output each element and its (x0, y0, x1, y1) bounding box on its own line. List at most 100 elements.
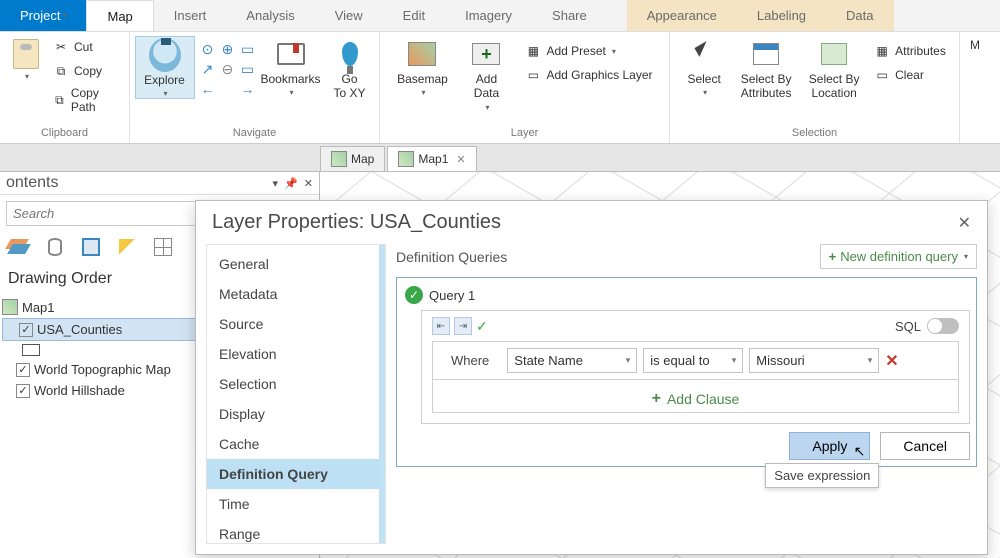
dialog-side-nav: General Metadata Source Elevation Select… (206, 244, 386, 544)
list-by-editing-icon[interactable] (116, 236, 138, 258)
nav-time[interactable]: Time (207, 489, 385, 519)
select-by-attributes-button[interactable]: Select By Attributes (733, 36, 799, 103)
visibility-checkbox[interactable] (19, 323, 33, 337)
explore-button[interactable]: Explore▾ (135, 36, 195, 99)
where-label: Where (439, 349, 501, 372)
bookmark-nav-icon[interactable]: ▭ (239, 40, 257, 58)
tab-edit[interactable]: Edit (383, 0, 445, 31)
basemap-button[interactable]: Basemap▾ (392, 36, 452, 99)
nav-source[interactable]: Source (207, 309, 385, 339)
copy-path-button[interactable]: ⧉Copy Path (48, 84, 121, 116)
group-label-navigate: Navigate (233, 125, 276, 143)
doc-tabstrip: Map Map1✕ (0, 144, 1000, 172)
visibility-checkbox[interactable] (16, 363, 30, 377)
group-label-layer: Layer (511, 125, 539, 143)
paste-button[interactable]: ▾ (8, 36, 44, 83)
apply-button[interactable]: Apply ↖ Save expression (789, 432, 870, 460)
list-by-drawing-icon[interactable] (8, 236, 30, 258)
layer-properties-dialog: Layer Properties: USA_Counties ✕ General… (195, 200, 988, 555)
clear-button[interactable]: ▭Clear (869, 64, 950, 86)
query-name[interactable]: Query 1 (429, 288, 475, 303)
fixed-zoom-in-icon[interactable]: ↗ (199, 60, 217, 78)
close-icon[interactable]: ✕ (958, 213, 971, 233)
sql-toggle[interactable] (927, 318, 959, 334)
attr-table-icon (753, 43, 779, 65)
valid-icon: ✓ (405, 286, 423, 304)
bookmarks-button[interactable]: Bookmarks▾ (261, 36, 321, 99)
paste-icon (13, 39, 39, 69)
list-by-snapping-icon[interactable] (152, 236, 174, 258)
ribbon: ▾ ✂Cut ⧉Copy ⧉Copy Path Clipboard Explor… (0, 32, 1000, 144)
tab-project[interactable]: Project▾ (0, 0, 86, 31)
dropdown-icon[interactable]: ▾ (273, 177, 279, 190)
pin-icon (342, 42, 358, 66)
bookmarks-icon (277, 43, 305, 65)
add-graphics-button[interactable]: ▭Add Graphics Layer (520, 64, 656, 86)
add-preset-button[interactable]: ▦Add Preset▾ (520, 40, 656, 62)
group-clipboard: ▾ ✂Cut ⧉Copy ⧉Copy Path Clipboard (0, 32, 130, 143)
attributes-button[interactable]: ▦Attributes (869, 40, 950, 62)
nav-metadata[interactable]: Metadata (207, 279, 385, 309)
copy-icon: ⧉ (52, 62, 70, 80)
bookmark-nav2-icon[interactable]: ▭ (239, 60, 257, 78)
close-icon[interactable]: ✕ (456, 153, 465, 166)
tab-analysis[interactable]: Analysis (226, 0, 314, 31)
indent-right-icon[interactable]: ⇥ (454, 317, 472, 335)
prev-extent-icon[interactable]: ← (199, 80, 217, 98)
copy-button[interactable]: ⧉Copy (48, 60, 121, 82)
visibility-checkbox[interactable] (16, 384, 30, 398)
table-icon: ▦ (873, 42, 891, 60)
nav-general[interactable]: General (207, 249, 385, 279)
pin-icon[interactable]: 📌 (284, 177, 298, 190)
tab-labeling[interactable]: Labeling (737, 0, 826, 31)
field-select[interactable]: State Name▾ (507, 348, 637, 373)
nav-arrows[interactable]: ⊙⊕▭ ↗⊖▭ ← → (199, 40, 257, 98)
list-by-selection-icon[interactable] (80, 236, 102, 258)
tab-map[interactable]: Map (86, 0, 153, 31)
truncated-button[interactable]: M (963, 36, 987, 54)
cut-button[interactable]: ✂Cut (48, 36, 121, 58)
group-selection: Select▾ Select By Attributes Select By L… (670, 32, 960, 143)
doc-tab-map[interactable]: Map (320, 146, 385, 171)
zoom-full-icon[interactable]: ⊙ (199, 40, 217, 58)
tab-share[interactable]: Share (532, 0, 607, 31)
cancel-button[interactable]: Cancel (880, 432, 970, 460)
tab-appearance[interactable]: Appearance (627, 0, 737, 31)
nav-cache[interactable]: Cache (207, 429, 385, 459)
nav-range[interactable]: Range (207, 519, 385, 544)
top-tabstrip: Project▾ Map Insert Analysis View Edit I… (0, 0, 1000, 32)
operator-select[interactable]: is equal to▾ (643, 348, 743, 373)
new-definition-query-button[interactable]: +New definition query▾ (820, 244, 977, 269)
delete-clause-icon[interactable]: ✕ (885, 351, 898, 371)
zoom-out-icon[interactable]: ⊖ (219, 60, 237, 78)
select-by-location-button[interactable]: Select By Location (803, 36, 865, 103)
add-data-button[interactable]: + Add Data▾ (456, 36, 516, 114)
nav-selection[interactable]: Selection (207, 369, 385, 399)
list-by-source-icon[interactable] (44, 236, 66, 258)
indent-left-icon[interactable]: ⇤ (432, 317, 450, 335)
value-select[interactable]: Missouri▾ (749, 348, 879, 373)
close-icon[interactable]: ✕ (304, 177, 313, 190)
explore-icon (149, 38, 181, 72)
tab-view[interactable]: View (315, 0, 383, 31)
clause-row: Where State Name▾ is equal to▾ Missouri▾… (432, 341, 959, 380)
doc-tab-map1[interactable]: Map1✕ (387, 146, 476, 171)
zoom-in-icon[interactable]: ⊕ (219, 40, 237, 58)
dq-heading: Definition Queries (396, 249, 507, 265)
scrollbar[interactable] (379, 245, 385, 543)
next-extent-icon[interactable]: → (239, 80, 257, 98)
tab-data[interactable]: Data (826, 0, 893, 31)
preset-icon: ▦ (524, 42, 542, 60)
tab-insert[interactable]: Insert (154, 0, 227, 31)
tab-imagery[interactable]: Imagery (445, 0, 532, 31)
nav-definition-query[interactable]: Definition Query (207, 459, 385, 489)
nav-display[interactable]: Display (207, 399, 385, 429)
validate-icon[interactable]: ✓ (476, 318, 488, 335)
select-cursor-icon (692, 42, 716, 66)
nav-elevation[interactable]: Elevation (207, 339, 385, 369)
group-truncated: M (960, 32, 990, 143)
go-to-xy-button[interactable]: Go To XY (325, 36, 375, 103)
symbol-swatch-icon (22, 344, 40, 356)
select-button[interactable]: Select▾ (679, 36, 729, 99)
add-clause-button[interactable]: +Add Clause (432, 380, 959, 413)
